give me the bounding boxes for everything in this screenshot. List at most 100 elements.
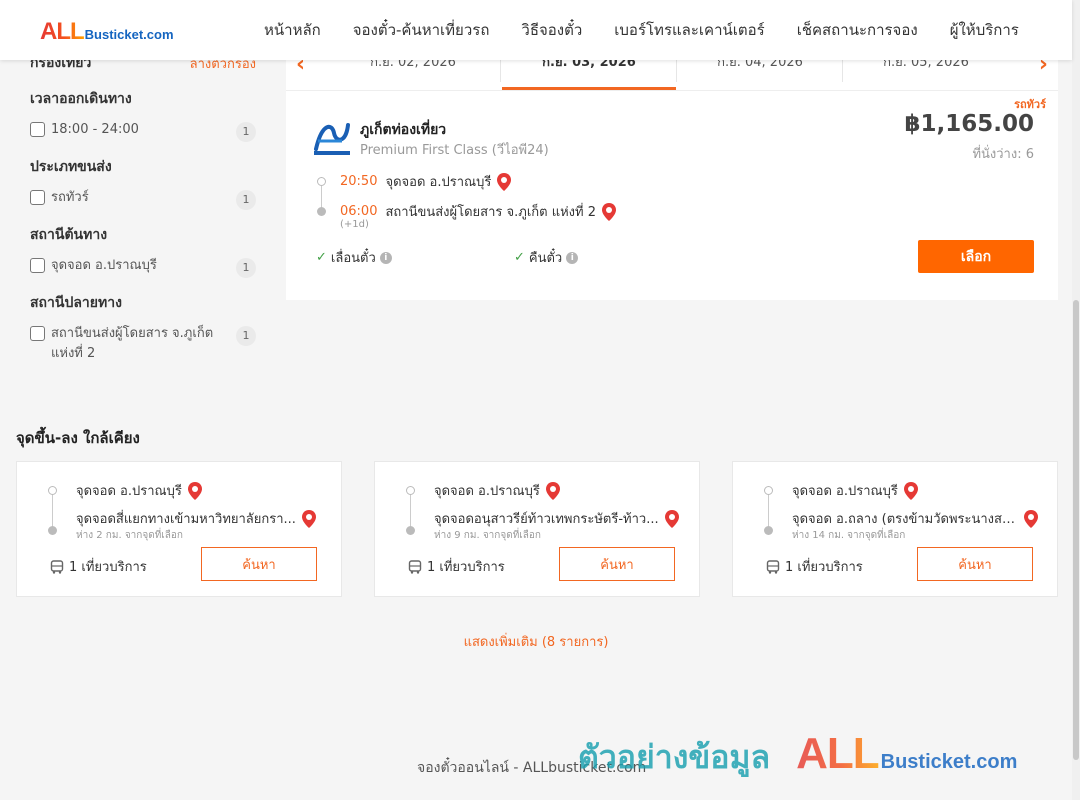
bus-icon xyxy=(408,559,422,574)
origin-dot xyxy=(764,486,773,495)
nearby-trips: 1 เที่ยวบริการ xyxy=(766,556,863,577)
destination-dot xyxy=(317,207,326,216)
info-icon[interactable]: i xyxy=(379,251,392,264)
info-icon[interactable]: i xyxy=(566,251,579,264)
filter-group-destination: สถานีปลายทาง xyxy=(30,295,122,311)
filter-group-transport-type: ประเภทขนส่ง xyxy=(30,159,112,175)
filter-option-origin[interactable]: จุดจอด อ.ปราณบุรี 1 xyxy=(30,256,256,278)
nearby-from-label: จุดจอด อ.ปราณบุรี xyxy=(792,484,898,499)
filter-option-count: 1 xyxy=(236,190,256,210)
nearby-search-button[interactable]: ค้นหา xyxy=(917,547,1033,581)
nearby-trips: 1 เที่ยวบริการ xyxy=(50,556,147,577)
departure-time: 20:50 xyxy=(340,174,378,189)
scrollbar-thumb[interactable] xyxy=(1073,300,1079,760)
filter-option-label: สถานีขนส่งผู้โดยสาร จ.ภูเก็ต แห่งที่ 2 xyxy=(51,326,214,361)
nearby-from-label: จุดจอด อ.ปราณบุรี xyxy=(76,484,182,499)
nearby-trips-label: 1 เที่ยวบริการ xyxy=(785,560,863,575)
feature-refund: ✓ คืนตั๋ว i xyxy=(514,247,579,268)
location-pin-icon[interactable] xyxy=(664,509,679,528)
nearby-trips-label: 1 เที่ยวบริการ xyxy=(69,560,147,575)
checkbox-icon[interactable] xyxy=(30,258,45,273)
arrival-stop: 06:00 สถานีขนส่งผู้โดยสาร จ.ภูเก็ต แห่งท… xyxy=(340,201,617,222)
checkbox-icon[interactable] xyxy=(30,190,45,205)
destination-dot xyxy=(406,526,415,535)
filter-option-count: 1 xyxy=(236,122,256,142)
check-icon: ✓ xyxy=(514,250,525,265)
next-day-indicator: (+1d) xyxy=(340,219,369,230)
route-line xyxy=(52,492,53,530)
origin-dot xyxy=(48,486,57,495)
nav-contacts-counters[interactable]: เบอร์โทรและเคาน์เตอร์ xyxy=(598,18,780,42)
nearby-distance: ห่าง 2 กม. จากจุดที่เลือก xyxy=(76,530,183,541)
nearby-trips-label: 1 เที่ยวบริการ xyxy=(427,560,505,575)
location-pin-icon[interactable] xyxy=(497,172,512,191)
nearby-from-label: จุดจอด อ.ปราณบุรี xyxy=(434,484,540,499)
location-pin-icon[interactable] xyxy=(602,202,617,221)
filter-option-label: 18:00 - 24:00 xyxy=(51,122,139,137)
origin-dot xyxy=(406,486,415,495)
arrival-place: สถานีขนส่งผู้โดยสาร จ.ภูเก็ต แห่งที่ 2 xyxy=(385,205,597,220)
logo-prefix: ALL xyxy=(40,18,85,45)
nearby-search-button[interactable]: ค้นหา xyxy=(201,547,317,581)
feature-label: คืนตั๋ว xyxy=(528,251,563,266)
filter-option-label: รถทัวร์ xyxy=(51,190,89,205)
watermark-text: ตัวอย่างข้อมูล xyxy=(578,738,771,776)
main-nav: หน้าหลัก จองตั๋ว-ค้นหาเที่ยวรถ วิธีจองตั… xyxy=(248,0,1035,60)
feature-reschedule: ✓ เลื่อนตั๋ว i xyxy=(316,247,392,268)
watermark-logo-suffix: Busticket.com xyxy=(880,751,1018,773)
seats-available: ที่นั่งว่าง: 6 xyxy=(972,147,1034,162)
bus-icon xyxy=(50,559,64,574)
nearby-trips: 1 เที่ยวบริการ xyxy=(408,556,505,577)
location-pin-icon[interactable] xyxy=(1024,509,1038,528)
trip-card: รถทัวร์ ภูเก็ตท่องเที่ยว Premium First C… xyxy=(286,90,1058,300)
nearby-to-label: จุดจอดสี่แยกทางเข้ามหาวิทยาลัยกรา... xyxy=(76,512,296,527)
nearby-distance: ห่าง 9 กม. จากจุดที่เลือก xyxy=(434,530,541,541)
checkbox-icon[interactable] xyxy=(30,122,45,137)
ticket-price: ฿1,165.00 xyxy=(904,111,1035,137)
location-pin-icon[interactable] xyxy=(187,481,202,500)
departure-place: จุดจอด อ.ปราณบุรี xyxy=(385,175,492,190)
filter-option-count: 1 xyxy=(236,326,256,346)
select-trip-button[interactable]: เลือก xyxy=(918,240,1034,273)
nearby-from: จุดจอด อ.ปราณบุรี xyxy=(434,480,560,501)
destination-dot xyxy=(48,526,57,535)
nav-how-to-book[interactable]: วิธีจองตั๋ว xyxy=(505,18,598,42)
nearby-from: จุดจอด อ.ปราณบุรี xyxy=(76,480,202,501)
filter-option-destination[interactable]: สถานีขนส่งผู้โดยสาร จ.ภูเก็ต แห่งที่ 2 1 xyxy=(30,324,256,364)
site-header: ALL Busticket.com หน้าหลัก จองตั๋ว-ค้นหาเ… xyxy=(0,0,1072,60)
route-line xyxy=(410,492,411,530)
bus-icon xyxy=(766,559,780,574)
page-scrollbar[interactable] xyxy=(1072,0,1080,800)
nearby-to: จุดจอด อ.ถลาง (ตรงข้ามวัดพระนางสร้... xyxy=(792,508,1044,529)
route-line xyxy=(768,492,769,530)
nearby-search-button[interactable]: ค้นหา xyxy=(559,547,675,581)
departure-stop: 20:50 จุดจอด อ.ปราณบุรี xyxy=(340,171,512,192)
nav-operators[interactable]: ผู้ให้บริการ xyxy=(934,18,1035,42)
filter-option-count: 1 xyxy=(236,258,256,278)
logo-suffix: Busticket.com xyxy=(84,27,174,42)
site-logo[interactable]: ALL Busticket.com xyxy=(40,18,174,46)
nearby-to: จุดจอดสี่แยกทางเข้ามหาวิทยาลัยกรา... xyxy=(76,508,328,529)
location-pin-icon[interactable] xyxy=(903,481,918,500)
nearby-to: จุดจอดอนุสาวรีย์ท้าวเทพกระษัตรี-ท้าว... xyxy=(434,508,686,529)
filter-group-origin: สถานีต้นทาง xyxy=(30,227,108,243)
sample-watermark: ตัวอย่างข้อมูล ALL Busticket.com xyxy=(578,729,1017,783)
filter-sidebar: กรองเที่ยว ล้างตัวกรอง เวลาออกเดินทาง 18… xyxy=(30,52,256,364)
filter-option-transport[interactable]: รถทัวร์ 1 xyxy=(30,188,256,210)
location-pin-icon[interactable] xyxy=(545,481,560,500)
arrival-time: 06:00 xyxy=(340,204,378,219)
nearby-section-title: จุดขึ้น-ลง ใกล้เคียง xyxy=(16,429,140,447)
location-pin-icon[interactable] xyxy=(301,509,316,528)
show-more-link[interactable]: แสดงเพิ่มเติม (8 รายการ) xyxy=(0,631,1072,652)
nearby-from: จุดจอด อ.ปราณบุรี xyxy=(792,480,918,501)
filter-option-time[interactable]: 18:00 - 24:00 1 xyxy=(30,120,256,142)
nearby-distance: ห่าง 14 กม. จากจุดที่เลือก xyxy=(792,530,906,541)
destination-dot xyxy=(764,526,773,535)
nearby-card: จุดจอด อ.ปราณบุรี จุดจอด อ.ถลาง (ตรงข้าม… xyxy=(732,461,1058,597)
nav-home[interactable]: หน้าหลัก xyxy=(248,18,337,42)
feature-label: เลื่อนตั๋ว xyxy=(330,251,376,266)
checkbox-icon[interactable] xyxy=(30,326,45,341)
nav-book-search[interactable]: จองตั๋ว-ค้นหาเที่ยวรถ xyxy=(337,18,506,42)
nav-booking-status[interactable]: เช็คสถานะการจอง xyxy=(781,18,934,42)
seat-class: Premium First Class (วีไอพี24) xyxy=(360,143,549,158)
